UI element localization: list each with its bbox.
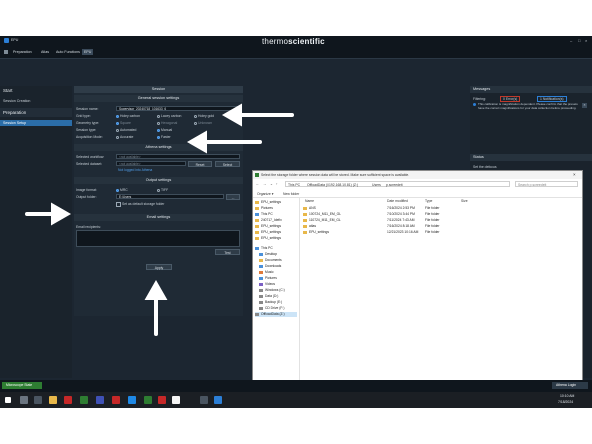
arrowhead-session-name bbox=[221, 103, 242, 127]
arrowhead-output-folder bbox=[51, 202, 72, 226]
annotation-arrows bbox=[25, 103, 294, 336]
arrowhead-acquisition-mode bbox=[186, 130, 207, 154]
arrowhead-apply bbox=[144, 279, 168, 300]
